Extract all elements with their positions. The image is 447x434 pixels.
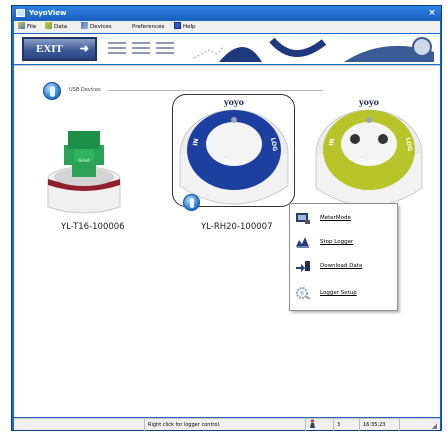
side-label-in: IN bbox=[192, 138, 200, 146]
download-icon bbox=[296, 261, 310, 272]
menu-item-stop-logger[interactable]: Stop Logger bbox=[290, 231, 397, 253]
usb-connected-icon bbox=[183, 194, 200, 211]
usb-icon bbox=[43, 82, 61, 100]
file-icon bbox=[18, 22, 25, 29]
usb-devices-label: USB Devices bbox=[69, 87, 101, 93]
yoyo-logo-text: yoyo bbox=[223, 97, 245, 107]
logger-device-1[interactable]: Grant bbox=[44, 107, 124, 219]
help-icon bbox=[174, 22, 181, 29]
meter-icon bbox=[296, 213, 310, 224]
app-window: YoyoView × File Data Devices Preferences… bbox=[11, 5, 442, 431]
menu-item-logger-setup[interactable]: Logger Setup bbox=[290, 282, 397, 304]
menu-preferences[interactable]: Preferences bbox=[132, 21, 164, 33]
stop-logger-icon bbox=[296, 237, 309, 248]
status-resize-grip[interactable]: ◢ bbox=[399, 419, 440, 431]
window-title: YoyoView bbox=[29, 9, 67, 17]
menu-help[interactable]: Help bbox=[174, 21, 196, 33]
logger-device-3[interactable]: yoyo IN LOG Grant bbox=[313, 96, 425, 218]
brand-text: Grant bbox=[223, 158, 246, 166]
toolbar-button-3[interactable] bbox=[154, 37, 176, 61]
status-hint: Right click for logger control. bbox=[144, 419, 274, 431]
device-label-2[interactable]: YL-RH20-100007 bbox=[201, 222, 272, 232]
group-divider bbox=[108, 90, 323, 91]
toolbar: EXIT ➜ bbox=[14, 34, 440, 64]
title-bar: YoyoView × bbox=[12, 6, 441, 20]
devices-panel: USB Devices Grant YL-T16-100006 yoyo IN … bbox=[14, 65, 440, 417]
toolbar-button-1[interactable] bbox=[106, 37, 128, 61]
setup-icon bbox=[296, 287, 311, 300]
yoyo-logo-text: yoyo bbox=[358, 97, 380, 107]
exit-button[interactable]: EXIT ➜ bbox=[22, 37, 97, 61]
context-menu: MeterMode Stop Logger Download Data Logg… bbox=[289, 203, 398, 311]
menu-bar: File Data Devices Preferences Help bbox=[14, 21, 440, 33]
status-count: 3 bbox=[333, 419, 359, 431]
data-icon bbox=[45, 22, 52, 29]
brand-banner bbox=[184, 36, 440, 62]
side-label-in: IN bbox=[328, 138, 336, 146]
menu-devices[interactable]: Devices bbox=[81, 21, 112, 33]
brand-text: Grant bbox=[78, 158, 90, 163]
toolbar-button-2[interactable] bbox=[130, 37, 152, 61]
status-bar: Right click for logger control. 3 16:35:… bbox=[14, 418, 440, 431]
menu-item-download-data[interactable]: Download Data bbox=[290, 255, 397, 277]
status-user-icon bbox=[305, 419, 333, 431]
device-label-1[interactable]: YL-T16-100006 bbox=[61, 222, 125, 232]
menu-data[interactable]: Data bbox=[45, 21, 67, 33]
arrow-right-icon: ➜ bbox=[79, 43, 89, 55]
app-icon bbox=[16, 9, 25, 17]
devices-icon bbox=[81, 22, 88, 29]
status-time: 16:35:23 bbox=[359, 419, 399, 431]
brand-text: Grant bbox=[358, 158, 381, 166]
menu-item-metermode[interactable]: MeterMode bbox=[290, 207, 397, 229]
user-icon bbox=[310, 419, 315, 428]
status-cell-left bbox=[14, 419, 144, 431]
close-icon[interactable]: × bbox=[427, 6, 437, 20]
resize-grip-icon: ◢ bbox=[431, 422, 437, 430]
menu-file[interactable]: File bbox=[18, 21, 36, 33]
